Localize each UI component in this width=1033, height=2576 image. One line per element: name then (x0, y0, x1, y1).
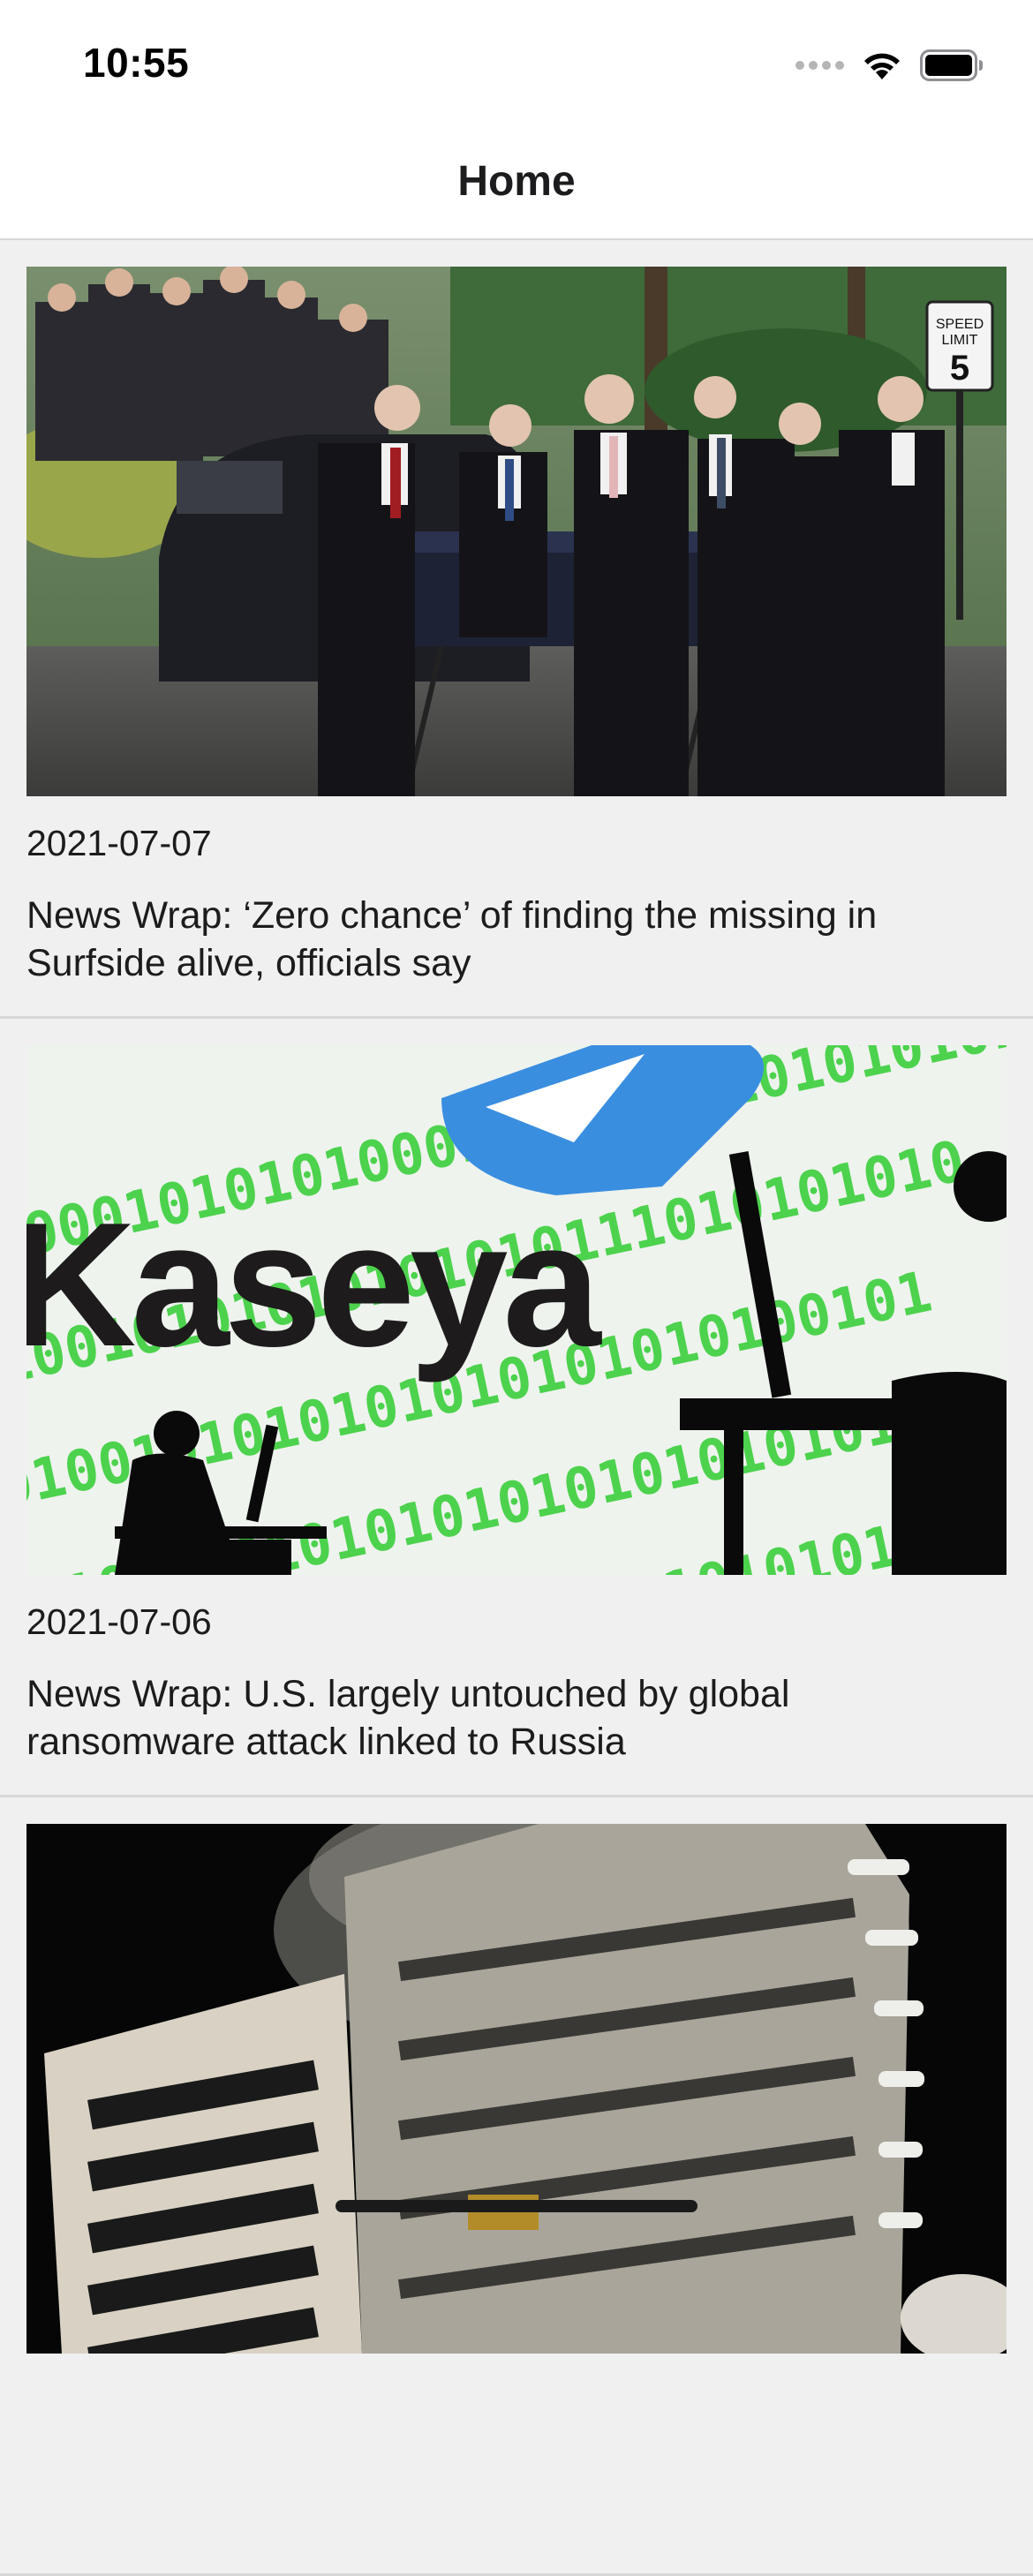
article-title[interactable]: News Wrap: U.S. largely untouched by glo… (26, 1670, 998, 1766)
navigation-bar: Home (0, 132, 1033, 240)
page-title: Home (457, 158, 576, 205)
cellular-signal-icon (795, 61, 844, 70)
kaseya-logo-binary-photo[interactable]: 000101010100010101101101010101 100101010… (26, 1045, 1007, 1575)
article-date: 2021-07-06 (26, 1601, 212, 1642)
home-indicator[interactable] (336, 2200, 697, 2212)
battery-icon (920, 49, 983, 81)
svg-text:LIMIT: LIMIT (942, 333, 978, 348)
article-card[interactable] (0, 1797, 1033, 2576)
status-bar: 10:55 (0, 0, 1033, 132)
article-feed[interactable]: SPEED LIMIT 5 2021-07-07 News Wrap: ‘Zer… (0, 240, 1033, 2576)
article-card[interactable]: SPEED LIMIT 5 2021-07-07 News Wrap: ‘Zer… (0, 240, 1033, 1019)
article-title[interactable]: News Wrap: ‘Zero chance’ of finding the … (26, 892, 998, 987)
svg-text:5: 5 (950, 349, 969, 388)
funeral-procession-photo[interactable]: SPEED LIMIT 5 (26, 267, 1007, 796)
article-card[interactable]: 000101010100010101101101010101 100101010… (0, 1019, 1033, 1797)
building-demolition-photo[interactable] (26, 1824, 1007, 2354)
svg-text:SPEED: SPEED (936, 317, 984, 332)
article-date: 2021-07-07 (26, 823, 212, 863)
status-time: 10:55 (83, 40, 190, 86)
status-icons (795, 48, 984, 83)
wifi-icon (864, 53, 900, 79)
kaseya-logo-text: Kaseya (26, 1186, 602, 1383)
